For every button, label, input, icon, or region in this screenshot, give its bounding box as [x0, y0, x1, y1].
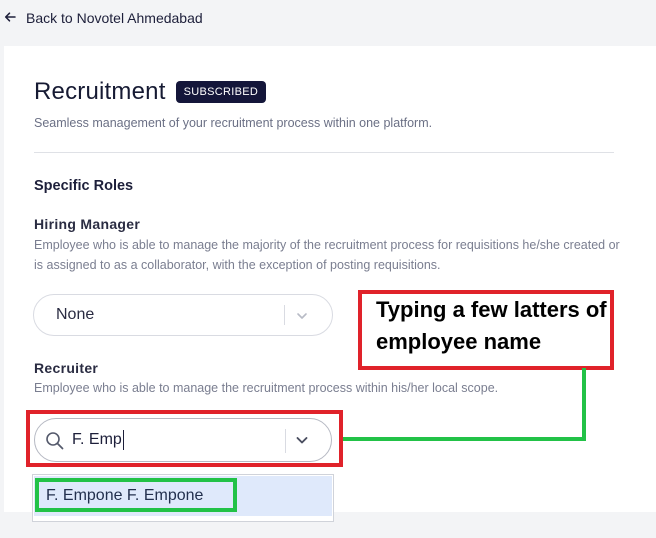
annotation-green-box-option — [35, 478, 237, 512]
back-link[interactable]: Back to Novotel Ahmedabad — [4, 10, 203, 26]
chevron-down-icon[interactable] — [296, 309, 308, 327]
page-title: Recruitment — [34, 78, 166, 105]
page-subtitle: Seamless management of your recruitment … — [34, 116, 433, 130]
recruiter-description: Employee who is able to manage the recru… — [34, 381, 499, 395]
hiring-manager-label: Hiring Manager — [34, 216, 141, 232]
title-row: Recruitment SUBSCRIBED — [34, 78, 267, 106]
annotation-connector-horizontal — [343, 437, 586, 441]
arrow-left-icon — [4, 11, 16, 25]
hiring-manager-selected-value: None — [56, 306, 95, 323]
annotation-red-box-input — [26, 410, 343, 467]
status-badge: SUBSCRIBED — [175, 81, 267, 103]
select-separator — [284, 305, 285, 325]
annotation-text: Typing a few latters of employee name — [376, 297, 607, 354]
hiring-manager-description: Employee who is able to manage the major… — [34, 238, 620, 272]
back-link-label: Back to Novotel Ahmedabad — [26, 10, 203, 26]
divider — [34, 152, 614, 153]
hiring-manager-select[interactable]: None — [33, 294, 333, 336]
annotation-connector-vertical — [582, 368, 586, 441]
recruiter-label: Recruiter — [34, 360, 99, 376]
section-title: Specific Roles — [34, 178, 134, 194]
